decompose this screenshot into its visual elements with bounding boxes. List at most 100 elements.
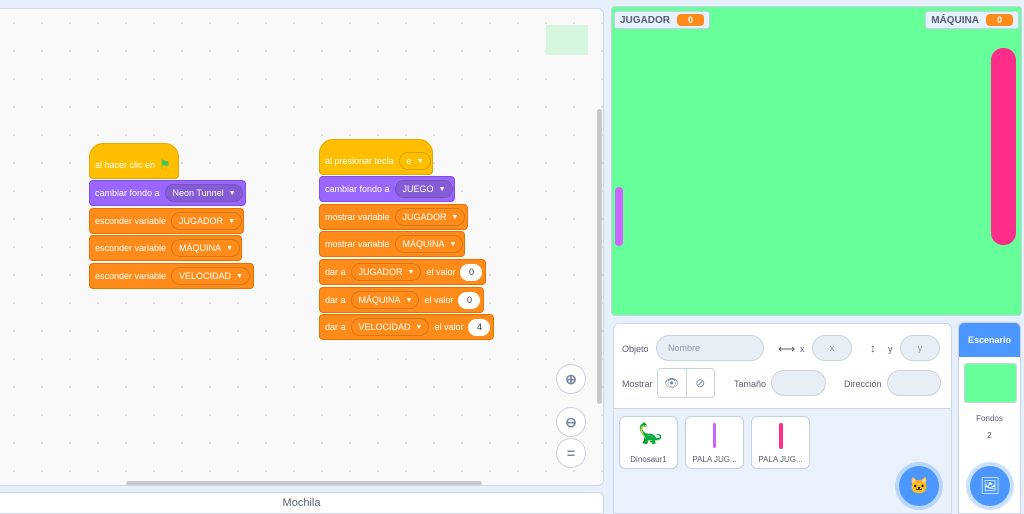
show-variable-block[interactable]: mostrar variable MÁQUINA ▼ — [319, 231, 465, 257]
block-label: dar a — [325, 267, 346, 277]
dropdown-value: MÁQUINA — [179, 243, 222, 253]
set-variable-block[interactable]: dar a JUGADOR ▼ el valor 0 — [319, 259, 486, 285]
show-variable-block[interactable]: mostrar variable JUGADOR ▼ — [319, 204, 468, 230]
block-label: dar a — [325, 295, 346, 305]
zoom-reset-button[interactable]: = — [556, 438, 586, 468]
escenario-header: Escenario — [959, 323, 1020, 357]
dropdown-value: Neon Tunnel — [172, 188, 224, 198]
sprite-name: Dinosaur1 — [630, 455, 667, 464]
block-label: el valor — [434, 322, 464, 332]
zoom-out-button[interactable]: ⊖ — [556, 407, 586, 437]
monitor-label: MÁQUINA — [931, 14, 979, 26]
eye-icon[interactable]: 👁 — [658, 369, 687, 397]
green-flag-icon: ⚑ — [159, 157, 171, 172]
backpack-bar[interactable]: Mochila — [0, 492, 604, 514]
when-flag-clicked-block[interactable]: al hacer clic en ⚑ — [89, 143, 179, 179]
chevron-down-icon: ▼ — [236, 272, 243, 280]
add-backdrop-button[interactable]: 🖼 — [970, 466, 1010, 506]
y-input[interactable]: y — [900, 335, 940, 361]
backdrop-thumbnail — [964, 363, 1017, 403]
variable-dropdown[interactable]: MÁQUINA ▼ — [350, 291, 420, 309]
variable-dropdown[interactable]: VELOCIDAD ▼ — [350, 318, 430, 336]
sprite-tile-paddle-1[interactable]: PALA JUG... — [685, 416, 744, 469]
sprite-name: PALA JUG... — [692, 455, 737, 464]
escenario-title: Escenario — [967, 335, 1012, 345]
x-placeholder: x — [829, 343, 835, 353]
sprite-name-input[interactable]: Nombre — [656, 335, 764, 361]
monitor-value: 0 — [677, 14, 705, 26]
size-input[interactable] — [771, 370, 826, 396]
image-plus-icon: 🖼 — [979, 478, 1001, 495]
when-key-pressed-block[interactable]: al presionar tecla e ▼ — [319, 139, 433, 175]
script-area[interactable]: al hacer clic en ⚑ cambiar fondo a Neon … — [0, 8, 604, 486]
sprite-tile-dinosaur[interactable]: 🦕 Dinosaur1 — [619, 416, 678, 469]
sprite-preview-thumbnail — [546, 25, 588, 55]
chevron-down-icon: ▼ — [407, 268, 415, 276]
stage[interactable]: JUGADOR 0 MÁQUINA 0 — [611, 6, 1022, 316]
x-label: x — [800, 344, 805, 354]
dropdown-value: JUGADOR — [402, 212, 447, 222]
vertical-arrows-icon: ↕ — [870, 341, 876, 355]
switch-backdrop-block[interactable]: cambiar fondo a JUEGO ▼ — [319, 176, 455, 202]
chevron-down-icon: ▼ — [415, 323, 423, 331]
block-label: cambiar fondo a — [95, 188, 160, 198]
variable-dropdown[interactable]: MÁQUINA ▼ — [394, 235, 464, 253]
dropdown-value: VELOCIDAD — [358, 322, 411, 332]
chevron-down-icon: ▼ — [228, 189, 236, 197]
chevron-down-icon: ▼ — [405, 296, 413, 304]
dinosaur-icon: 🦕 — [638, 423, 663, 445]
variable-dropdown[interactable]: VELOCIDAD ▼ — [171, 267, 250, 285]
variable-monitor-jugador: JUGADOR 0 — [614, 11, 711, 29]
hide-variable-block[interactable]: esconder variable MÁQUINA ▼ — [89, 235, 242, 261]
y-label: y — [888, 344, 893, 354]
variable-dropdown[interactable]: JUGADOR ▼ — [350, 263, 422, 281]
variable-dropdown[interactable]: MÁQUINA ▼ — [171, 239, 240, 257]
variable-dropdown[interactable]: JUGADOR ▼ — [171, 212, 242, 230]
chevron-down-icon: ▼ — [228, 217, 235, 225]
dropdown-value: VELOCIDAD — [179, 271, 232, 281]
horizontal-scrollbar[interactable] — [126, 481, 482, 485]
key-dropdown[interactable]: e ▼ — [398, 152, 431, 170]
set-variable-block[interactable]: dar a MÁQUINA ▼ el valor 0 — [319, 287, 484, 313]
dropdown-value: JUGADOR — [358, 267, 403, 277]
zoom-in-button[interactable]: ⊕ — [556, 364, 586, 394]
backdrop-dropdown[interactable]: JUEGO ▼ — [394, 180, 453, 198]
cat-plus-icon: 🐱 — [909, 478, 929, 495]
visibility-toggle[interactable]: 👁 ⊘ — [657, 368, 715, 398]
add-sprite-button[interactable]: 🐱 — [899, 466, 939, 506]
hide-variable-block[interactable]: esconder variable VELOCIDAD ▼ — [89, 263, 254, 289]
sprite-tile-paddle-2[interactable]: PALA JUG... — [751, 416, 810, 469]
vertical-scrollbar[interactable] — [597, 109, 602, 404]
value-input[interactable]: 0 — [458, 291, 481, 309]
right-paddle-sprite[interactable] — [991, 48, 1016, 245]
paddle-thumbnail-icon — [713, 423, 716, 448]
x-input[interactable]: x — [812, 335, 852, 361]
variable-dropdown[interactable]: JUGADOR ▼ — [394, 208, 466, 226]
block-label: esconder variable — [95, 243, 167, 253]
block-label: dar a — [325, 322, 346, 332]
set-variable-block[interactable]: dar a VELOCIDAD ▼ el valor 4 — [319, 314, 494, 340]
switch-backdrop-block[interactable]: cambiar fondo a Neon Tunnel ▼ — [89, 180, 246, 206]
block-label: el valor — [424, 295, 454, 305]
eye-hidden-icon[interactable]: ⊘ — [687, 369, 715, 397]
horizontal-arrows-icon: ⟷ — [778, 342, 796, 356]
objeto-label: Objeto — [622, 344, 649, 354]
chevron-down-icon: ▼ — [226, 244, 233, 252]
hide-variable-block[interactable]: esconder variable JUGADOR ▼ — [89, 208, 244, 234]
chevron-down-icon: ▼ — [451, 213, 459, 221]
paddle-thumbnail-icon — [779, 423, 783, 449]
zoom-out-icon: ⊖ — [565, 413, 577, 430]
block-label: cambiar fondo a — [325, 184, 390, 194]
value-input[interactable]: 4 — [468, 318, 491, 336]
backdrop-dropdown[interactable]: Neon Tunnel ▼ — [164, 184, 243, 202]
backpack-label: Mochila — [282, 497, 321, 509]
left-paddle-sprite[interactable] — [615, 187, 623, 246]
block-label: al presionar tecla — [325, 156, 394, 166]
chevron-down-icon: ▼ — [438, 185, 446, 193]
value-input[interactable]: 0 — [460, 263, 483, 281]
y-placeholder: y — [917, 343, 923, 353]
direction-input[interactable] — [887, 370, 941, 396]
block-label: esconder variable — [95, 271, 167, 281]
monitor-value: 0 — [985, 14, 1013, 26]
dropdown-value: MÁQUINA — [402, 239, 445, 249]
